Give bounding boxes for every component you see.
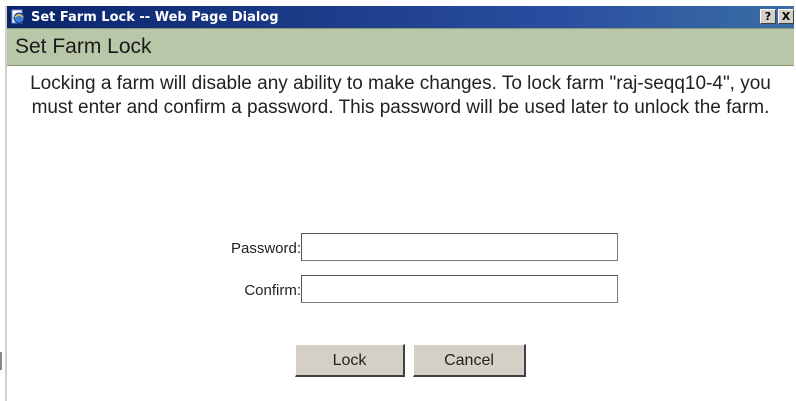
password-label: Password: bbox=[230, 240, 301, 257]
lock-button[interactable]: Lock bbox=[295, 344, 405, 377]
dialog-window: Set Farm Lock -- Web Page Dialog ? X Set… bbox=[5, 6, 794, 401]
title-bar[interactable]: Set Farm Lock -- Web Page Dialog ? X bbox=[7, 6, 794, 28]
dialog-header: Set Farm Lock bbox=[7, 28, 794, 66]
confirm-input[interactable] bbox=[301, 275, 618, 303]
confirm-label: Confirm: bbox=[244, 282, 301, 299]
cancel-button[interactable]: Cancel bbox=[413, 344, 526, 377]
password-input[interactable] bbox=[301, 233, 618, 261]
close-button[interactable]: X bbox=[778, 9, 794, 24]
title-bar-controls: ? X bbox=[760, 9, 794, 24]
background-edge bbox=[0, 352, 2, 370]
ie-page-icon bbox=[10, 9, 26, 25]
password-row: Password: bbox=[7, 233, 794, 263]
confirm-row: Confirm: bbox=[7, 275, 794, 305]
window-title: Set Farm Lock -- Web Page Dialog bbox=[31, 9, 279, 25]
help-button[interactable]: ? bbox=[760, 9, 776, 24]
lock-description: Locking a farm will disable any ability … bbox=[30, 73, 771, 118]
page-title: Set Farm Lock bbox=[15, 35, 152, 58]
